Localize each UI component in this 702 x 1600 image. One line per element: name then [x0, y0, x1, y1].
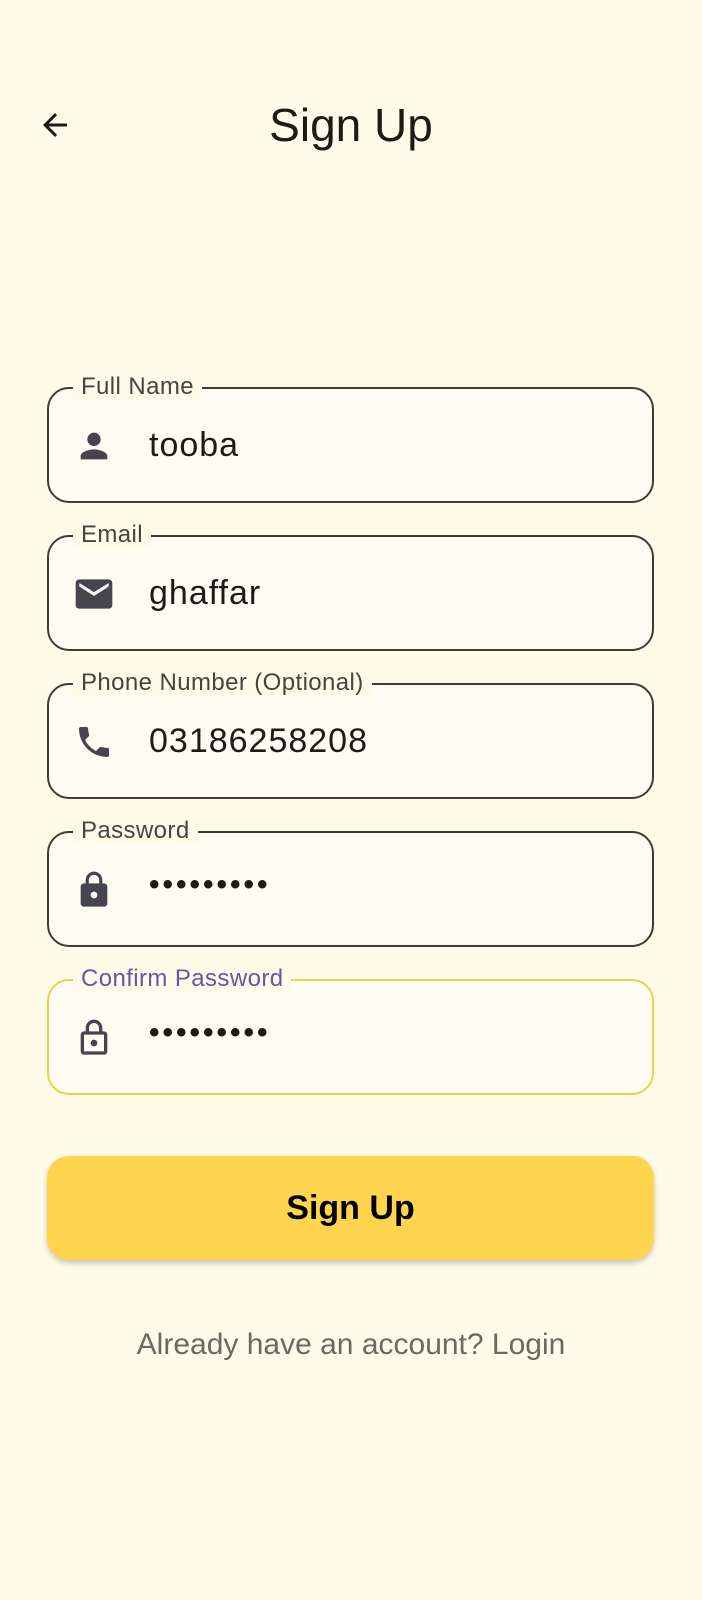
mail-icon	[71, 571, 117, 617]
sign-up-button[interactable]: Sign Up	[47, 1156, 654, 1260]
login-prompt: Already have an account? Login	[0, 1328, 702, 1362]
password-input[interactable]: •••••••••	[149, 865, 271, 905]
phone-field[interactable]: Phone Number (Optional) 03186258208	[47, 669, 654, 799]
email-input[interactable]: ghaffar	[149, 573, 261, 613]
full-name-input[interactable]: tooba	[149, 425, 239, 465]
person-icon	[71, 423, 117, 469]
confirm-password-field[interactable]: Confirm Password •••••••••	[47, 965, 654, 1095]
lock-filled-icon	[71, 867, 117, 913]
app-bar: Sign Up	[0, 80, 702, 170]
phone-icon	[71, 719, 117, 765]
password-field[interactable]: Password •••••••••	[47, 817, 654, 947]
login-link[interactable]: Already have an account? Login	[137, 1328, 566, 1361]
confirm-password-label: Confirm Password	[73, 965, 292, 993]
email-label: Email	[73, 521, 152, 549]
full-name-field[interactable]: Full Name tooba	[47, 373, 654, 503]
status-bar	[0, 0, 702, 70]
phone-label: Phone Number (Optional)	[73, 669, 372, 697]
email-field[interactable]: Email ghaffar	[47, 521, 654, 651]
password-label: Password	[73, 817, 198, 845]
full-name-label: Full Name	[73, 373, 202, 401]
phone-input[interactable]: 03186258208	[149, 721, 368, 761]
lock-outline-icon	[71, 1015, 117, 1061]
page-title: Sign Up	[269, 99, 433, 151]
confirm-password-input[interactable]: •••••••••	[149, 1013, 271, 1053]
